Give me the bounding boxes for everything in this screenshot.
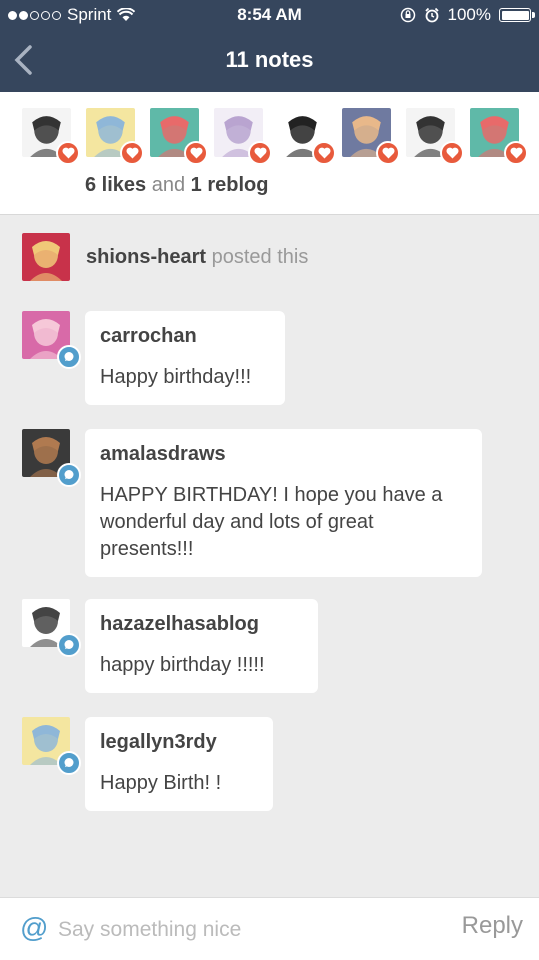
reply-username[interactable]: legallyn3rdy xyxy=(100,731,258,754)
top-bar: Sprint 8:54 AM 100% 11 notes xyxy=(0,0,539,92)
reply-message: happy birthday !!!!! xyxy=(100,654,265,676)
reply-username[interactable]: carrochan xyxy=(100,325,270,348)
likes-conjunction: and xyxy=(151,174,186,196)
heart-icon xyxy=(376,141,400,165)
liker-avatar[interactable] xyxy=(86,108,144,165)
status-right: 100% xyxy=(400,5,535,25)
likers-avatar-row xyxy=(22,108,528,165)
reply-input[interactable] xyxy=(58,916,438,944)
reply-button[interactable]: Reply xyxy=(462,912,523,940)
liker-avatar[interactable] xyxy=(470,108,528,165)
reply-card: amalasdraws HAPPY BIRTHDAY! I hope you h… xyxy=(85,429,482,577)
page-title: 11 notes xyxy=(225,47,314,72)
avatar[interactable] xyxy=(22,717,81,775)
reply-card: hazazelhasablog happy birthday !!!!! xyxy=(85,599,318,693)
avatar[interactable] xyxy=(22,429,81,487)
reply-card: carrochan Happy birthday!!! xyxy=(85,311,285,405)
heart-icon xyxy=(184,141,208,165)
poster-username[interactable]: shions-heart xyxy=(86,246,206,268)
reply-username[interactable]: hazazelhasablog xyxy=(100,613,303,636)
rotation-lock-icon xyxy=(400,7,415,23)
reply-bubble-icon xyxy=(57,463,81,487)
reblogs-count: 1 reblog xyxy=(190,174,269,196)
battery-icon xyxy=(499,8,535,22)
reply-card: legallyn3rdy Happy Birth! ! xyxy=(85,717,273,811)
likes-panel: 6 likes and 1 reblog xyxy=(0,92,539,215)
liker-avatar[interactable] xyxy=(214,108,272,165)
likes-summary[interactable]: 6 likes and 1 reblog xyxy=(85,174,268,197)
avatar[interactable] xyxy=(22,599,81,657)
heart-icon xyxy=(312,141,336,165)
liker-avatar[interactable] xyxy=(150,108,208,165)
reply-bubble-icon xyxy=(57,751,81,775)
reply-message: Happy Birth! ! xyxy=(100,772,222,794)
heart-icon xyxy=(56,141,80,165)
reply-message: Happy birthday!!! xyxy=(100,366,252,388)
original-poster-row[interactable]: shions-heart posted this xyxy=(22,233,308,281)
liker-avatar[interactable] xyxy=(22,108,80,165)
liker-avatar[interactable] xyxy=(342,108,400,165)
at-mention-icon[interactable]: @ xyxy=(20,912,48,944)
poster-text: shions-heart posted this xyxy=(86,246,308,269)
compose-bar: @ Reply xyxy=(0,897,539,960)
poster-action: posted this xyxy=(211,245,309,268)
avatar[interactable] xyxy=(22,311,81,369)
battery-percent: 100% xyxy=(447,5,491,24)
heart-icon xyxy=(248,141,272,165)
likes-count: 6 likes xyxy=(85,174,147,196)
avatar[interactable] xyxy=(22,233,70,281)
reply-bubble-icon xyxy=(57,345,81,369)
heart-icon xyxy=(120,141,144,165)
alarm-icon xyxy=(424,7,439,23)
status-bar: Sprint 8:54 AM 100% xyxy=(0,0,539,30)
reply-username[interactable]: amalasdraws xyxy=(100,443,467,466)
liker-avatar[interactable] xyxy=(406,108,464,165)
liker-avatar[interactable] xyxy=(278,108,336,165)
reply-message: HAPPY BIRTHDAY! I hope you have a wonder… xyxy=(100,484,443,560)
heart-icon xyxy=(504,141,528,165)
heart-icon xyxy=(440,141,464,165)
reply-bubble-icon xyxy=(57,633,81,657)
